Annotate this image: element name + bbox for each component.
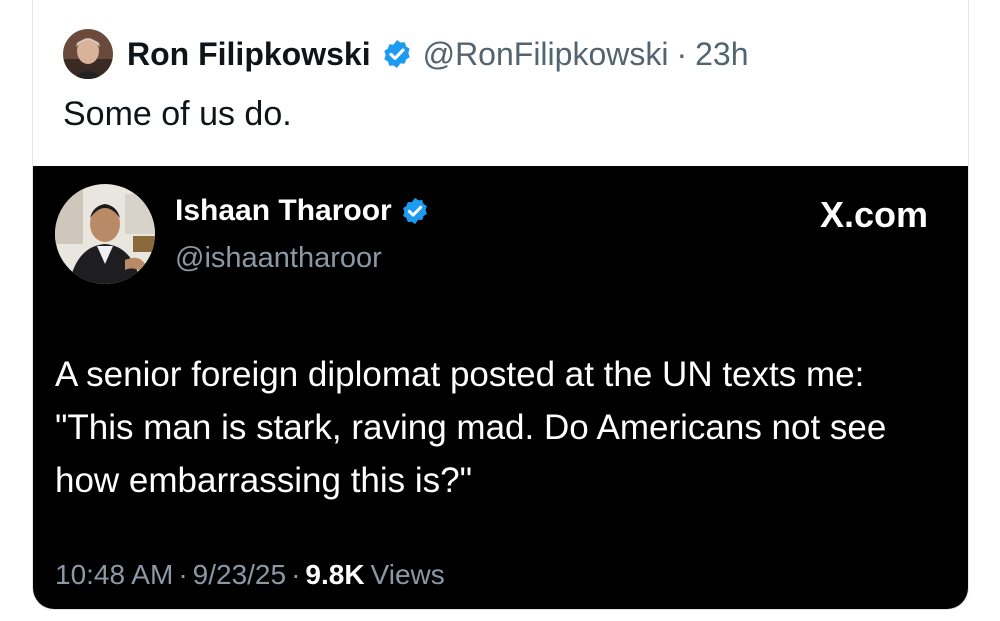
- quoted-tweet-meta: 10:48 AM · 9/23/25 · 9.8K Views: [55, 559, 445, 591]
- quoted-author-name-text: Ishaan Tharoor: [175, 194, 392, 227]
- tweet-text: Some of us do.: [63, 95, 292, 133]
- views-count: 9.8K: [305, 559, 365, 590]
- quoted-author-handle[interactable]: @ishaantharoor: [175, 242, 382, 275]
- author-name[interactable]: Ron Filipkowski: [127, 36, 371, 73]
- views-label: Views: [370, 559, 445, 590]
- tweet-timestamp[interactable]: 23h: [695, 36, 748, 73]
- author-handle[interactable]: @RonFilipkowski: [423, 36, 669, 73]
- quoted-tweet-screenshot[interactable]: Ishaan Tharoor @ishaantharoor X.com A se…: [33, 166, 968, 609]
- outer-tweet-header: Ron Filipkowski @RonFilipkowski · 23h: [63, 28, 749, 80]
- separator-dot: ·: [178, 559, 188, 590]
- quoted-tweet-text: A senior foreign diplomat posted at the …: [55, 355, 887, 500]
- separator-dot: ·: [291, 559, 301, 590]
- quoted-tweet-time[interactable]: 10:48 AM: [55, 559, 173, 591]
- quoted-tweet-date[interactable]: 9/23/25: [193, 559, 286, 591]
- verified-badge-icon: [383, 40, 410, 68]
- quoted-author-name[interactable]: Ishaan Tharoor: [175, 194, 430, 228]
- brand-logo: X.com: [819, 194, 928, 235]
- verified-badge-icon: [402, 197, 427, 225]
- tweet-card[interactable]: Ron Filipkowski @RonFilipkowski · 23h So…: [32, 0, 969, 610]
- avatar[interactable]: [55, 184, 155, 284]
- avatar[interactable]: [63, 29, 113, 79]
- separator-dot: ·: [676, 35, 688, 72]
